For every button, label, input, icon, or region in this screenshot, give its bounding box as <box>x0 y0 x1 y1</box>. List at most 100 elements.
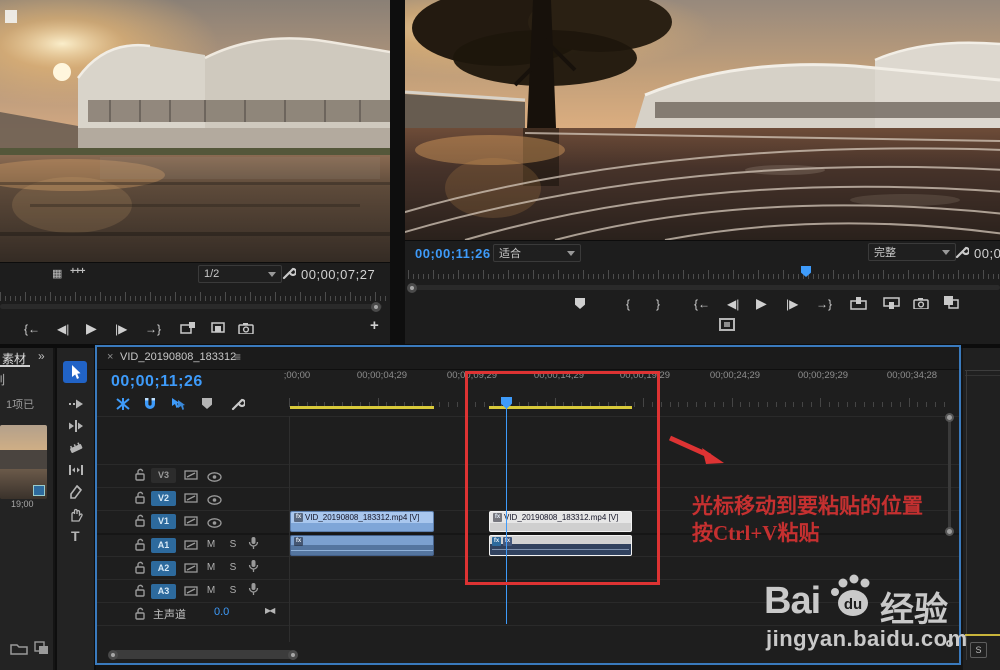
step-back-button[interactable]: ◀| <box>727 297 739 311</box>
step-back-button[interactable]: ◀| <box>57 322 69 336</box>
lock-icon[interactable] <box>134 514 146 532</box>
voiceover-mic-icon[interactable] <box>248 582 259 602</box>
step-forward-button[interactable]: |▶ <box>786 297 798 311</box>
settings-square-button[interactable] <box>719 318 735 336</box>
lock-icon[interactable] <box>134 491 146 509</box>
sync-lock-icon[interactable] <box>184 538 198 556</box>
hand-tool[interactable] <box>68 507 84 523</box>
clip-thumbnail[interactable] <box>0 425 47 499</box>
sync-lock-icon[interactable] <box>184 491 198 509</box>
track-target-a1[interactable]: A1 <box>151 538 176 553</box>
lock-icon[interactable] <box>134 468 146 486</box>
program-scrollbar-handle[interactable] <box>407 283 417 293</box>
goto-in-button[interactable]: {← <box>24 322 40 336</box>
program-quality-select[interactable]: 完整 <box>868 243 956 261</box>
lock-icon[interactable] <box>134 607 146 625</box>
audio-clip-1[interactable]: fx <box>290 535 434 556</box>
step-forward-button[interactable]: |▶ <box>115 322 127 336</box>
source-time-ruler[interactable] <box>0 289 391 301</box>
track-header-master[interactable]: 主声道 0.0 ▶◀ <box>97 602 289 625</box>
track-header-a2[interactable]: A2 M S <box>97 556 289 579</box>
v-scrollbar-handle-bottom[interactable] <box>945 527 954 536</box>
lock-icon[interactable] <box>134 538 146 556</box>
selection-tool-active[interactable] <box>63 361 87 383</box>
track-output-eye-icon[interactable] <box>207 492 222 510</box>
panel-menu-icon[interactable]: ≡ <box>234 350 241 364</box>
v-scrollbar-handle-top[interactable] <box>945 413 954 422</box>
lift-button[interactable] <box>850 296 867 315</box>
track-header-v2[interactable]: V2 <box>97 487 289 510</box>
track-output-eye-icon[interactable] <box>207 515 222 533</box>
timeline-current-timecode[interactable]: 00;00;11;26 <box>111 373 203 391</box>
h-scrollbar-handle-right[interactable] <box>288 650 298 660</box>
voiceover-mic-icon[interactable] <box>248 536 259 556</box>
nest-sequence-icon[interactable] <box>115 397 131 416</box>
program-fit-select[interactable]: 适合 <box>493 244 581 262</box>
play-button[interactable]: ▶ <box>756 296 767 310</box>
sync-lock-icon[interactable] <box>184 561 198 579</box>
track-header-v3[interactable]: V3 <box>97 464 289 487</box>
goto-in-button[interactable]: {← <box>694 297 710 311</box>
program-settings-wrench-icon[interactable] <box>954 245 971 265</box>
track-header-v1[interactable]: V1 <box>97 510 289 533</box>
add-marker-button[interactable] <box>575 298 585 309</box>
sync-lock-icon[interactable] <box>184 514 198 532</box>
track-header-a1[interactable]: A1 M S <box>97 533 289 556</box>
track-header-a3[interactable]: A3 M S <box>97 579 289 602</box>
add-button-icon[interactable]: + <box>370 318 379 333</box>
solo-button[interactable]: S <box>225 584 241 598</box>
new-item-icon[interactable] <box>34 641 49 660</box>
mark-out-button[interactable]: } <box>656 297 660 311</box>
source-scrollbar-handle[interactable] <box>371 302 381 312</box>
sequence-tab-title[interactable]: VID_20190808_183312 <box>120 351 236 363</box>
mute-button[interactable]: M <box>203 538 219 552</box>
type-tool[interactable]: T <box>71 528 80 544</box>
solo-button[interactable]: S <box>225 538 241 552</box>
program-zoom-scrollbar[interactable] <box>415 285 1000 290</box>
source-zoom-scrollbar[interactable] <box>0 304 382 309</box>
track-target-v1[interactable]: V1 <box>151 514 176 529</box>
track-target-v2[interactable]: V2 <box>151 491 176 506</box>
source-settings-wrench-icon[interactable] <box>281 266 298 286</box>
goto-out-button[interactable]: →} <box>816 297 832 311</box>
linked-selection-icon[interactable] <box>170 397 186 416</box>
timeline-settings-wrench-icon[interactable] <box>230 397 247 417</box>
track-target-v3[interactable]: V3 <box>151 468 176 483</box>
add-marker-icon[interactable] <box>202 398 212 409</box>
extract-button[interactable] <box>883 296 900 315</box>
mute-button[interactable]: M <box>203 561 219 575</box>
track-select-forward-tool[interactable] <box>68 396 84 412</box>
comparison-view-icon[interactable] <box>943 295 959 314</box>
play-button[interactable]: ▶ <box>86 321 97 335</box>
program-time-ruler[interactable] <box>408 267 1000 279</box>
video-clip-1[interactable]: fx VID_20190808_183312.mp4 [V] <box>290 511 434 532</box>
lock-icon[interactable] <box>134 561 146 579</box>
timeline-v-scrollbar[interactable] <box>948 419 951 531</box>
mark-in-button[interactable]: { <box>626 297 630 311</box>
source-zoom-select[interactable]: 1/2 <box>198 265 282 283</box>
close-tab-icon[interactable]: × <box>107 351 113 363</box>
track-target-a2[interactable]: A2 <box>151 561 176 576</box>
export-frame-camera-icon[interactable] <box>238 321 254 339</box>
new-bin-folder-icon[interactable] <box>10 642 28 660</box>
program-current-timecode[interactable]: 00;00;11;26 <box>415 246 491 261</box>
h-scrollbar-handle-left[interactable] <box>108 650 118 660</box>
insert-icon[interactable] <box>180 321 196 339</box>
ripple-edit-tool[interactable] <box>68 418 84 434</box>
solo-button[interactable]: S <box>970 642 987 658</box>
safe-margins-icon[interactable]: ▦ <box>52 267 62 280</box>
track-output-eye-icon[interactable] <box>207 469 222 487</box>
solo-button[interactable]: S <box>225 561 241 575</box>
goto-out-button[interactable]: →} <box>145 322 161 336</box>
panel-overflow-chevron[interactable]: » <box>38 349 45 363</box>
sync-lock-icon[interactable] <box>184 584 198 602</box>
overwrite-icon[interactable] <box>210 321 226 339</box>
timeline-h-scrollbar[interactable] <box>112 650 294 659</box>
lock-icon[interactable] <box>134 584 146 602</box>
export-frame-camera-icon[interactable] <box>913 296 929 314</box>
keyframe-nav-icon[interactable]: ▶◀ <box>265 606 275 615</box>
pen-tool[interactable] <box>68 484 84 501</box>
sync-lock-icon[interactable] <box>184 468 198 486</box>
snap-magnet-icon[interactable] <box>143 397 157 416</box>
track-target-a3[interactable]: A3 <box>151 584 176 599</box>
